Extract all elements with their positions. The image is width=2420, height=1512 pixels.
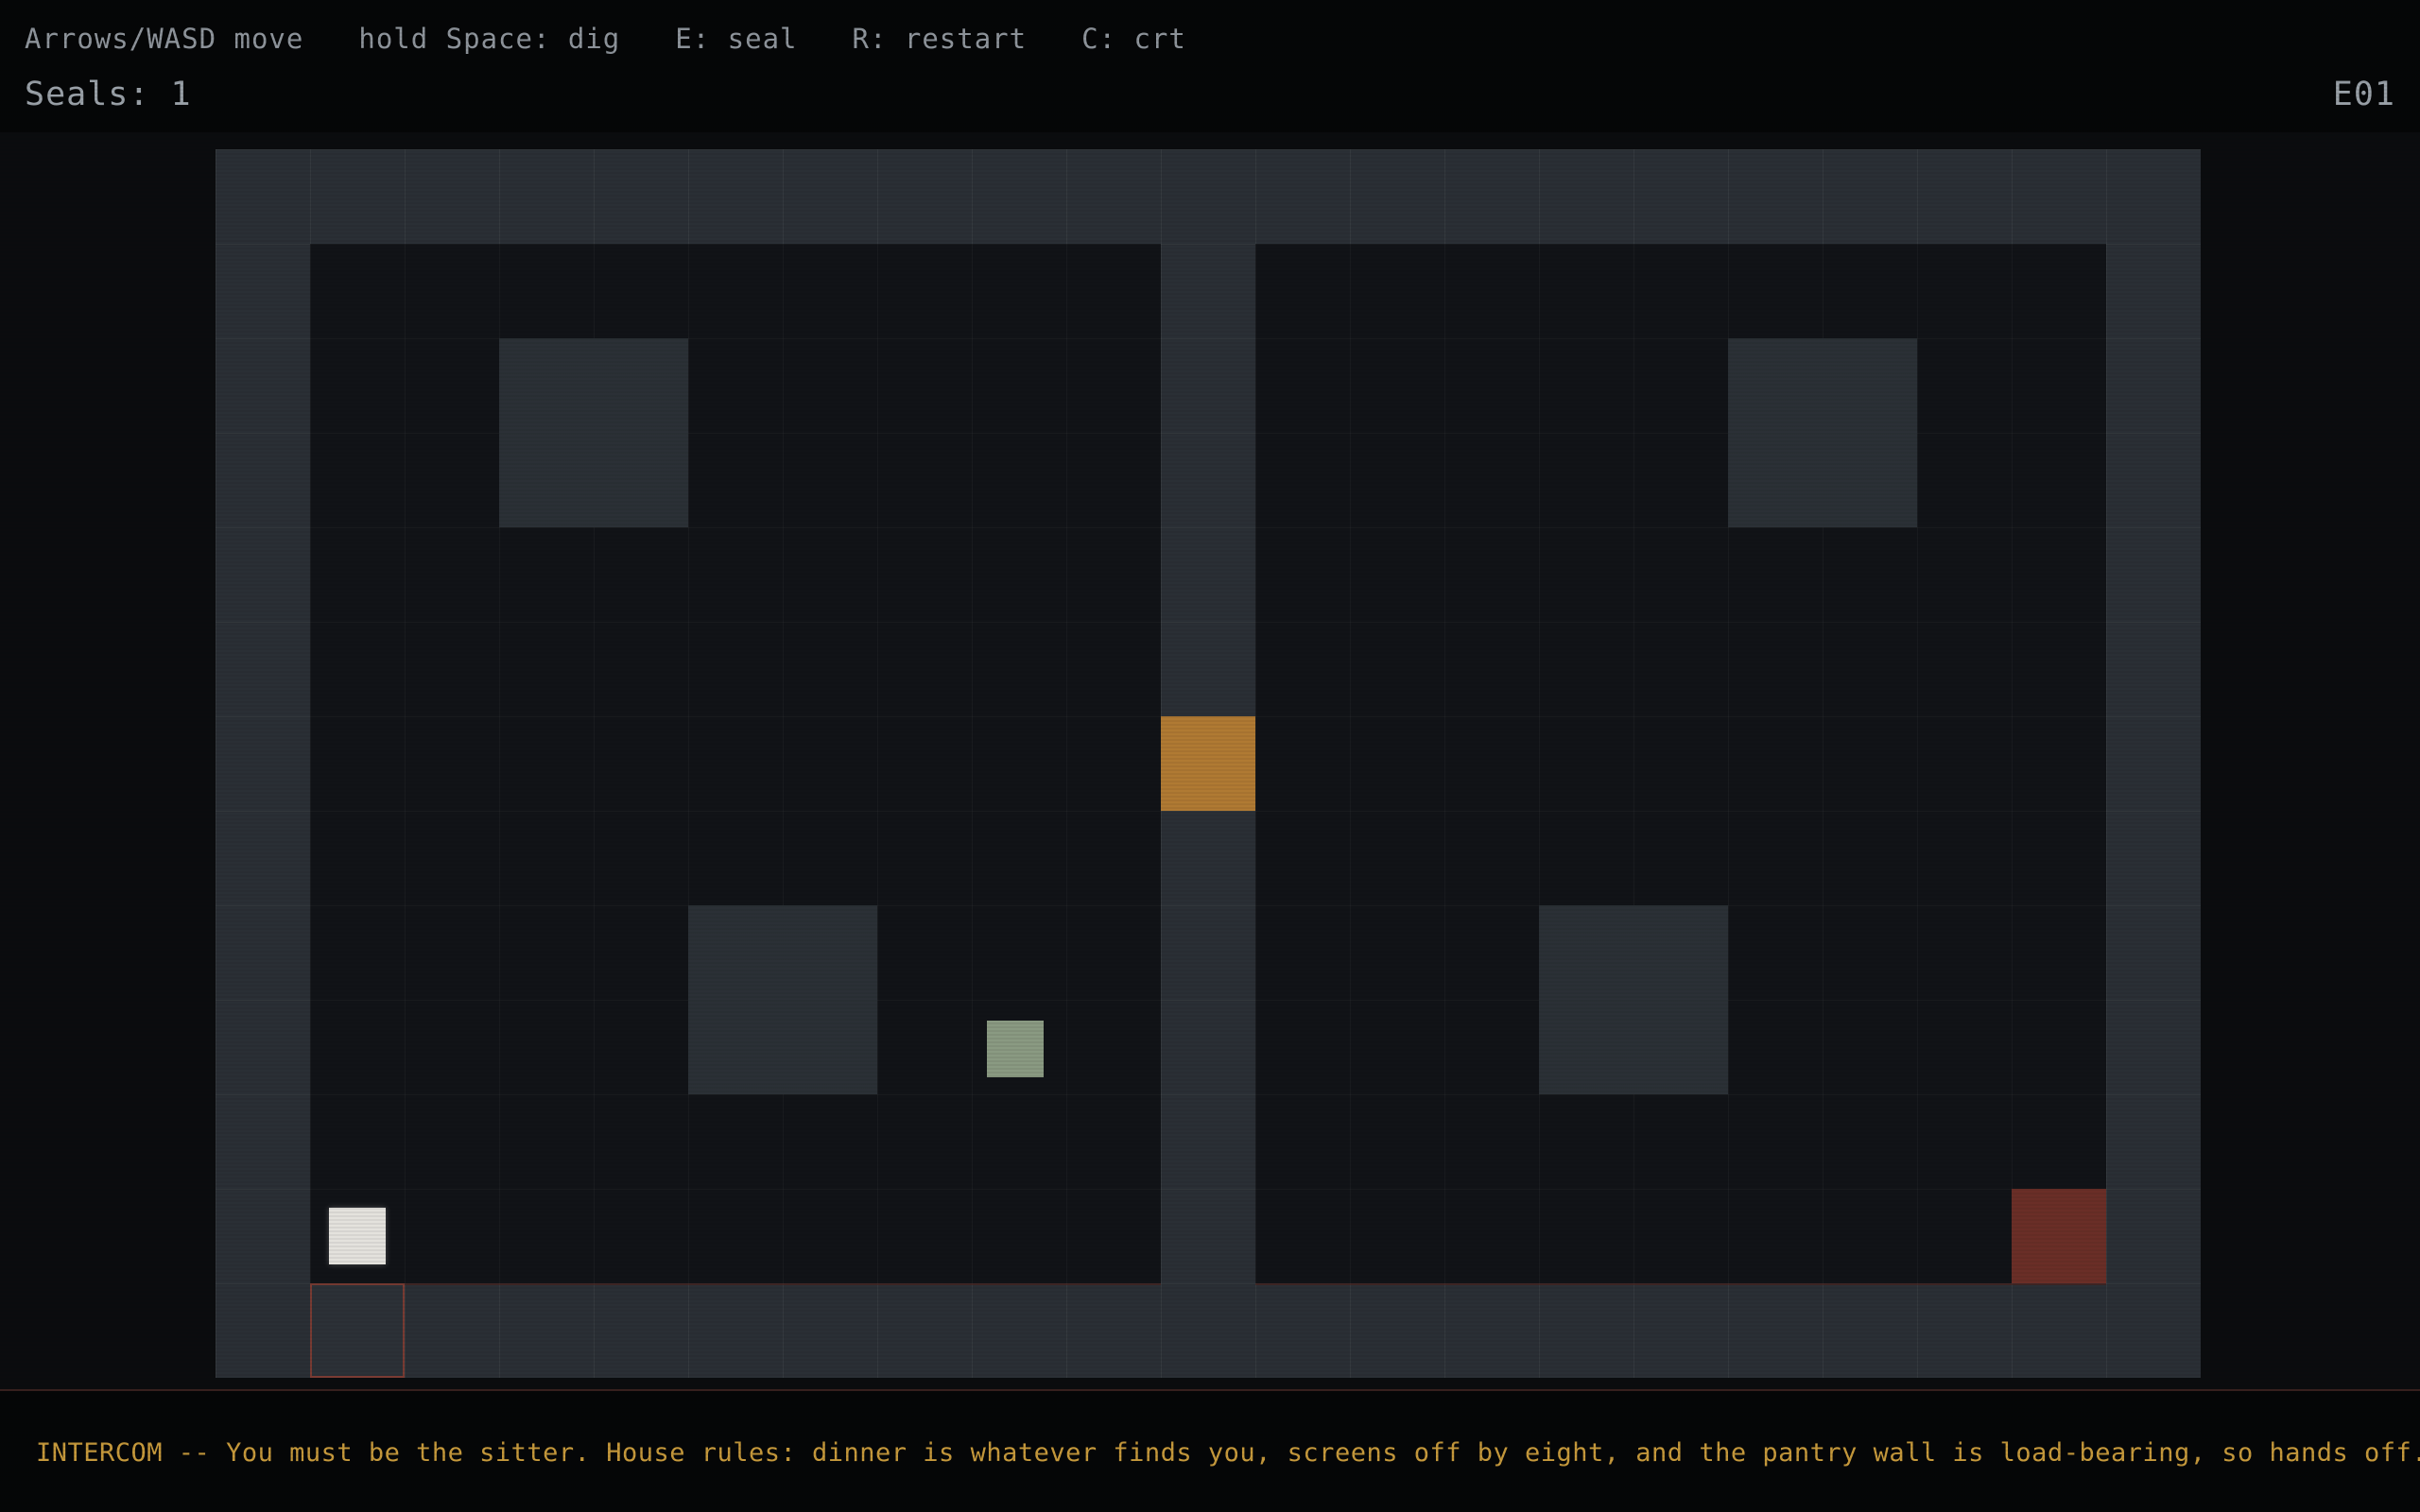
level-code: E01	[2332, 76, 2395, 113]
wall-block	[1728, 338, 1917, 527]
wall-block	[499, 338, 688, 527]
room-right-floor	[1255, 244, 2106, 1285]
control-hint-restart: R: restart	[852, 23, 1028, 55]
intercom-message: INTERCOM -- You must be the sitter. Hous…	[36, 1438, 2420, 1468]
wall-block	[1539, 905, 1728, 1094]
game-screen[interactable]: Arrows/WASD move hold Space: dig E: seal…	[0, 0, 2420, 1512]
player-sprite	[329, 1208, 386, 1264]
door-tile	[1161, 716, 1255, 811]
hud-bar: Arrows/WASD move hold Space: dig E: seal…	[0, 0, 2420, 132]
control-hint-dig: hold Space: dig	[358, 23, 621, 55]
exit-tile	[2012, 1189, 2106, 1283]
room-left-floor	[310, 244, 1161, 1285]
control-hint-crt: C: crt	[1081, 23, 1186, 55]
wall-block	[688, 905, 877, 1094]
control-hint-move: Arrows/WASD move	[25, 23, 304, 55]
game-board[interactable]	[216, 149, 2201, 1378]
seals-counter: Seals: 1	[25, 76, 192, 113]
controls-help: Arrows/WASD move hold Space: dig E: seal…	[25, 23, 1186, 64]
control-hint-seal: E: seal	[675, 23, 798, 55]
creature-sprite	[987, 1021, 1044, 1077]
message-bar: INTERCOM -- You must be the sitter. Hous…	[0, 1389, 2420, 1512]
seal-marker	[310, 1283, 405, 1378]
